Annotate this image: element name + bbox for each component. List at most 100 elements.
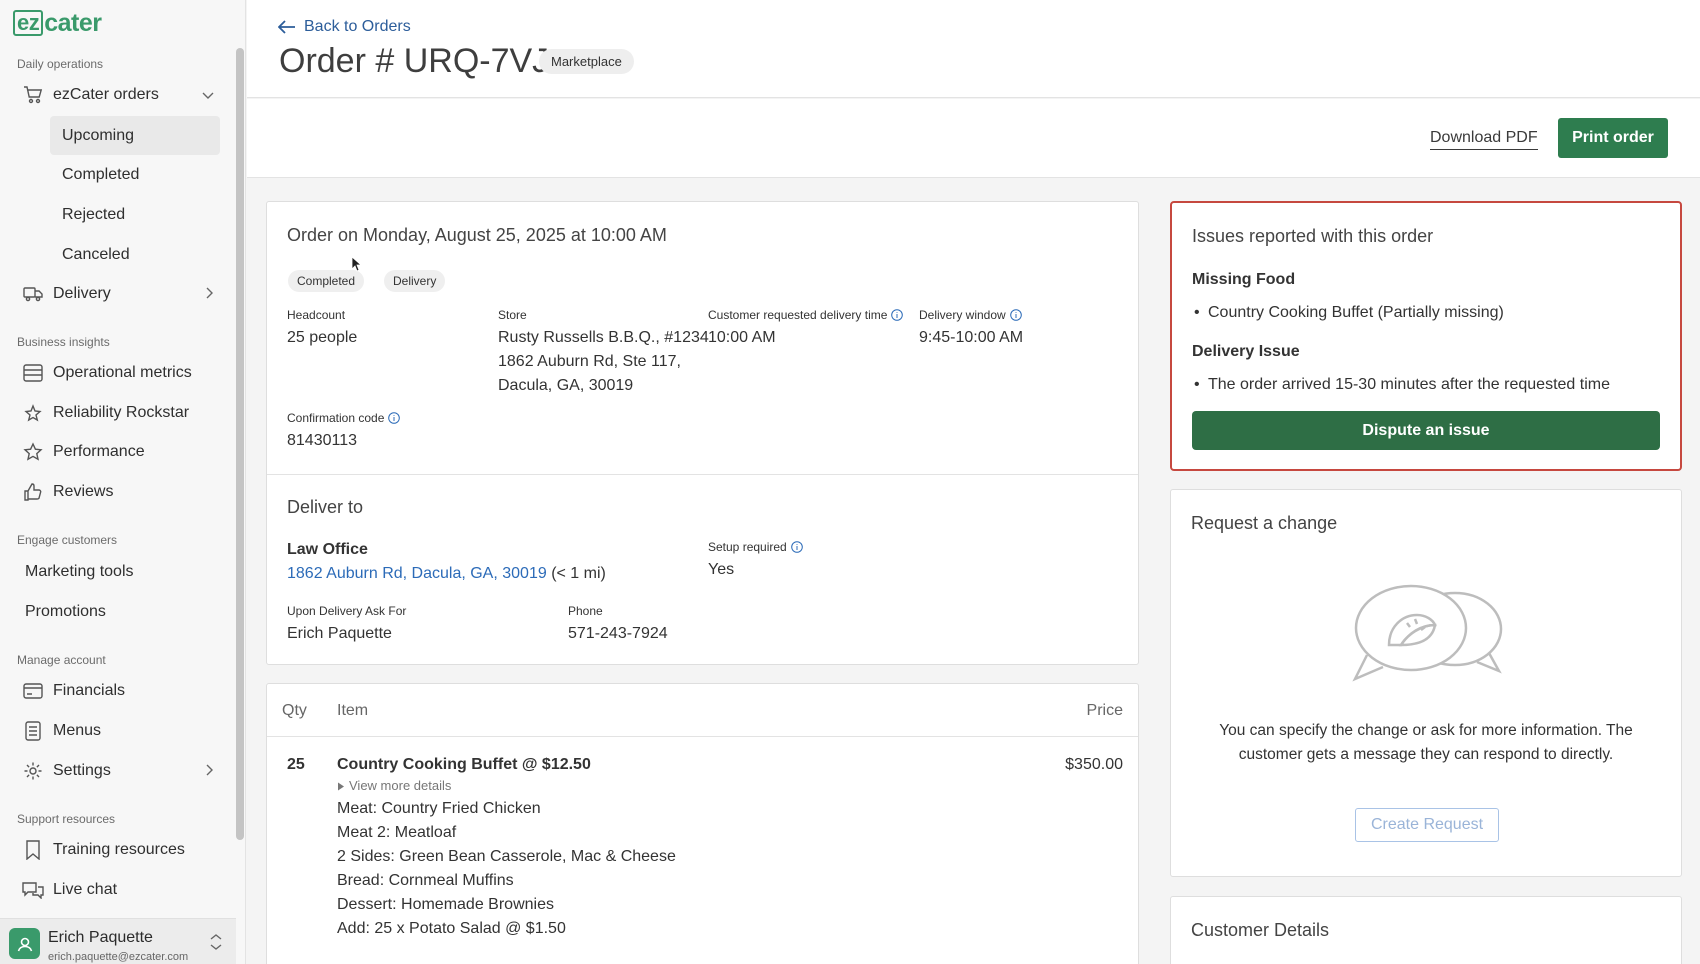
view-more-label: View more details [349, 778, 452, 793]
issue-item: The order arrived 15-30 minutes after th… [1194, 376, 1610, 394]
qty-header: Qty [282, 702, 307, 719]
item-detail: Bread: Cornmeal Muffins [337, 872, 514, 889]
issue-category-delivery: Delivery Issue [1192, 343, 1300, 360]
thumbs-up-icon [22, 481, 44, 503]
order-details-card: Order on Monday, August 25, 2025 at 10:0… [266, 201, 1139, 665]
sidebar-item-canceled[interactable]: Canceled [50, 235, 220, 274]
sidebar: ez cater Daily operations ezCater orders … [0, 0, 246, 964]
price-header: Price [1086, 702, 1123, 719]
sidebar-item-label: Delivery [53, 285, 111, 302]
info-icon[interactable] [1009, 309, 1022, 321]
item-detail: 2 Sides: Green Bean Casserole, Mac & Che… [337, 848, 676, 865]
sidebar-item-reviews[interactable]: Reviews [22, 474, 222, 510]
section-business-insights: Business insights [17, 335, 110, 349]
section-manage-account: Manage account [17, 653, 106, 667]
user-menu[interactable]: Erich Paquette erich.paquette@ezcater.co… [0, 918, 236, 964]
credit-card-icon [22, 680, 44, 702]
dispute-issue-button[interactable]: Dispute an issue [1192, 411, 1660, 450]
delivery-address-link[interactable]: 1862 Auburn Rd, Dacula, GA, 30019 [287, 565, 547, 582]
chevron-right-icon [206, 763, 214, 781]
info-icon[interactable] [891, 309, 904, 321]
user-email: erich.paquette@ezcater.com [48, 951, 189, 963]
avatar [9, 928, 40, 959]
headcount-value: 25 people [287, 329, 358, 346]
sidebar-item-financials[interactable]: Financials [22, 673, 222, 709]
headcount-label: Headcount [287, 308, 346, 322]
order-heading: Order on Monday, August 25, 2025 at 10:0… [287, 225, 667, 245]
sidebar-item-training-resources[interactable]: Training resources [22, 832, 222, 868]
sidebar-item-label: ezCater orders [53, 86, 159, 103]
delivery-type-badge: Delivery [384, 270, 446, 292]
setup-required-value: Yes [708, 561, 735, 578]
delivery-window-value: 9:45-10:00 AM [919, 329, 1024, 346]
setup-required-label: Setup required [708, 540, 803, 554]
print-order-button[interactable]: Print order [1558, 118, 1668, 158]
metrics-icon [22, 362, 44, 384]
phone-value: 571-243-7924 [568, 625, 668, 642]
sidebar-item-rejected[interactable]: Rejected [50, 195, 220, 234]
issues-heading: Issues reported with this order [1192, 226, 1434, 246]
sidebar-item-label: Reviews [53, 483, 114, 500]
phone-label: Phone [568, 604, 603, 618]
issue-item: Country Cooking Buffet (Partially missin… [1194, 304, 1504, 322]
order-items-card: Qty Item Price 25 Country Cooking Buffet… [266, 683, 1139, 964]
chevron-updown-icon [210, 933, 222, 956]
ezcater-logo[interactable]: ez cater [13, 9, 102, 37]
sidebar-item-performance[interactable]: Performance [22, 434, 222, 470]
status-badge: Completed [288, 270, 365, 292]
delivery-distance: (< 1 mi) [551, 565, 606, 582]
chat-taco-illustration-icon [1352, 584, 1503, 682]
issues-card: Issues reported with this order Missing … [1170, 201, 1682, 471]
requested-time-value: 10:00 AM [708, 329, 776, 346]
sidebar-item-ezcater-orders[interactable]: ezCater orders [22, 77, 222, 113]
sidebar-item-settings[interactable]: Settings [22, 753, 222, 789]
section-engage-customers: Engage customers [17, 533, 118, 547]
item-price: $350.00 [1065, 756, 1123, 773]
mouse-cursor-icon [351, 256, 361, 272]
item-detail: Meat: Country Fried Chicken [337, 800, 541, 817]
request-change-description-line1: You can specify the change or ask for mo… [1219, 722, 1633, 739]
section-support-resources: Support resources [17, 812, 116, 826]
chevron-right-icon [206, 286, 214, 304]
sidebar-item-label: Menus [53, 722, 102, 739]
delivery-window-label: Delivery window [919, 308, 1022, 322]
back-to-orders-link[interactable]: Back to Orders [278, 18, 411, 36]
divider [267, 474, 1138, 475]
sidebar-item-menus[interactable]: Menus [22, 713, 222, 749]
download-pdf-link[interactable]: Download PDF [1430, 129, 1538, 150]
logo-cater: cater [44, 8, 102, 37]
store-label: Store [498, 308, 527, 322]
request-change-description-line2: customer gets a message they can respond… [1238, 746, 1614, 763]
divider [267, 736, 1138, 737]
customer-details-card: Customer Details [1170, 896, 1682, 964]
sidebar-item-label: Financials [53, 682, 126, 699]
requested-time-label: Customer requested delivery time [708, 308, 904, 322]
sidebar-item-upcoming[interactable]: Upcoming [50, 116, 220, 155]
sidebar-item-promotions[interactable]: Promotions [25, 594, 225, 630]
store-address-line2: Dacula, GA, 30019 [498, 377, 634, 394]
user-name: Erich Paquette [48, 929, 153, 946]
sidebar-item-marketing-tools[interactable]: Marketing tools [25, 554, 225, 590]
item-detail: Meat 2: Meatloaf [337, 824, 457, 841]
page-title: Order # URQ-7VJ [279, 42, 550, 80]
store-address-line1: 1862 Auburn Rd, Ste 117, [498, 353, 681, 370]
sidebar-item-delivery[interactable]: Delivery [22, 276, 222, 312]
info-icon[interactable] [790, 541, 803, 553]
customer-details-heading: Customer Details [1191, 920, 1330, 940]
sidebar-item-live-chat[interactable]: Live chat [22, 872, 222, 908]
sidebar-item-completed[interactable]: Completed [50, 155, 220, 194]
delivery-address: 1862 Auburn Rd, Dacula, GA, 30019 (< 1 m… [287, 562, 606, 586]
sidebar-item-label: Performance [53, 443, 145, 460]
create-request-button[interactable]: Create Request [1355, 808, 1499, 842]
sidebar-item-reliability-rockstar[interactable]: Reliability Rockstar [22, 395, 222, 431]
delivery-truck-icon [22, 283, 44, 305]
marketplace-badge: Marketplace [539, 49, 634, 74]
view-more-details-toggle[interactable]: View more details [337, 774, 451, 798]
sidebar-scrollbar[interactable] [236, 48, 244, 840]
delivery-place: Law Office [287, 541, 368, 558]
star-icon [22, 441, 44, 463]
sidebar-item-operational-metrics[interactable]: Operational metrics [22, 355, 222, 391]
confirmation-code-label: Confirmation code [287, 411, 401, 425]
caret-right-icon [338, 782, 344, 790]
info-icon[interactable] [388, 412, 401, 424]
